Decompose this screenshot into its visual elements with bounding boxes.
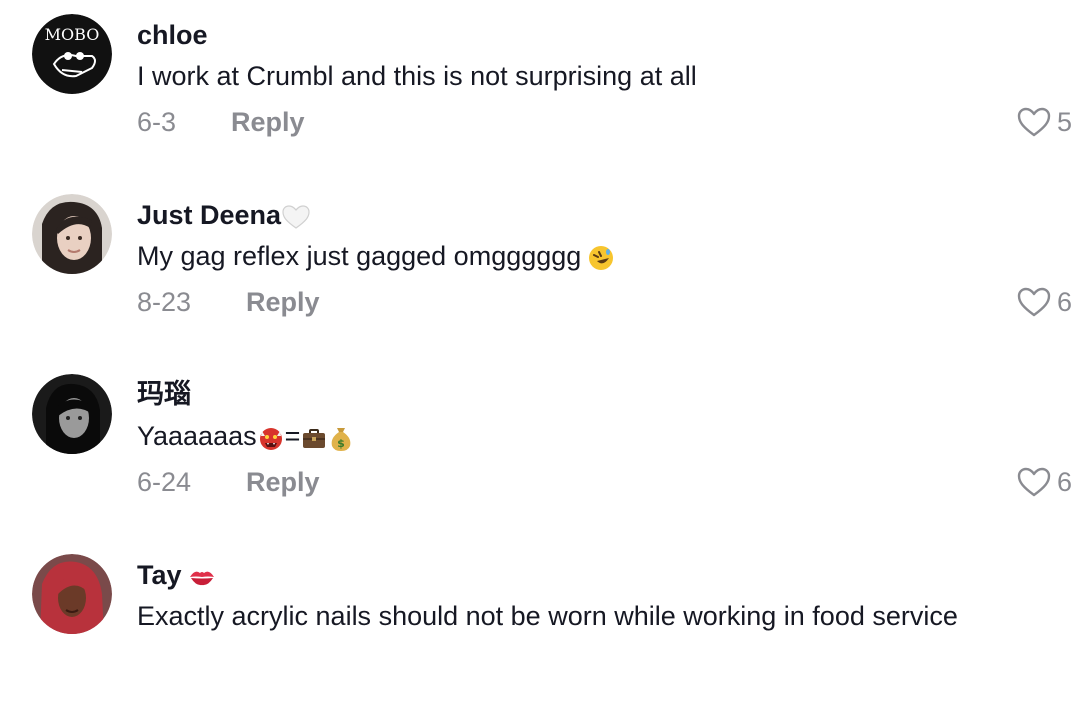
comment-item: Tay Exactly acrylic nails should not be … <box>0 540 1086 720</box>
avatar[interactable] <box>32 374 112 454</box>
username-label: Just Deena <box>137 200 282 230</box>
comment-text-body: Yaaaaaas <box>137 421 257 451</box>
rolling-on-floor-laughing-emoji <box>587 244 615 272</box>
like-button[interactable]: 6 <box>1017 465 1072 499</box>
like-count: 6 <box>1056 467 1072 497</box>
comment-username[interactable]: 玛瑙 <box>137 378 191 412</box>
comment-text: Exactly acrylic nails should not be worn… <box>137 601 958 631</box>
heart-icon <box>1017 107 1051 137</box>
briefcase-emoji <box>300 424 328 452</box>
svg-text:$: $ <box>338 437 346 450</box>
comment-date: 6-24 <box>137 467 192 497</box>
money-bag-emoji: $ <box>328 424 354 452</box>
comment-item: Just Deena My gag reflex just gagged omg… <box>0 180 1086 360</box>
comment-item: MOBO chloe I work at Crumbl and this is … <box>0 0 1086 180</box>
avatar[interactable]: MOBO <box>32 14 112 94</box>
white-heart-emoji <box>281 204 311 230</box>
comment-text: I work at Crumbl and this is not surpris… <box>137 61 697 91</box>
comment-item: 玛瑙 Yaaaaaas = $ 6-24 Reply 6 <box>0 360 1086 540</box>
kiss-mark-emoji <box>188 565 216 589</box>
comment-username[interactable]: chloe <box>137 18 208 52</box>
like-button[interactable]: 6 <box>1017 285 1072 319</box>
comment-username[interactable]: Tay <box>137 558 216 592</box>
comment-text-body: My gag reflex just gagged omgggggg <box>137 241 582 271</box>
username-label: Tay <box>137 560 182 590</box>
comment-date: 8-23 <box>137 287 192 317</box>
ogre-emoji <box>257 424 285 452</box>
heart-icon <box>1017 287 1051 317</box>
avatar[interactable] <box>32 554 112 634</box>
reply-button[interactable]: Reply <box>231 105 305 139</box>
reply-button[interactable]: Reply <box>246 465 320 499</box>
avatar-logo-text: MOBO <box>45 25 100 44</box>
comment-date: 6-3 <box>137 107 177 137</box>
like-count: 5 <box>1056 107 1072 137</box>
heart-icon <box>1017 467 1051 497</box>
reply-button[interactable]: Reply <box>246 285 320 319</box>
avatar[interactable] <box>32 194 112 274</box>
comment-text: My gag reflex just gagged omgggggg <box>137 239 615 273</box>
comment-text: Yaaaaaas = $ <box>137 419 354 453</box>
like-button[interactable]: 5 <box>1017 105 1072 139</box>
comment-username[interactable]: Just Deena <box>137 198 311 232</box>
like-count: 6 <box>1056 287 1072 317</box>
equals-sign: = <box>284 421 301 451</box>
